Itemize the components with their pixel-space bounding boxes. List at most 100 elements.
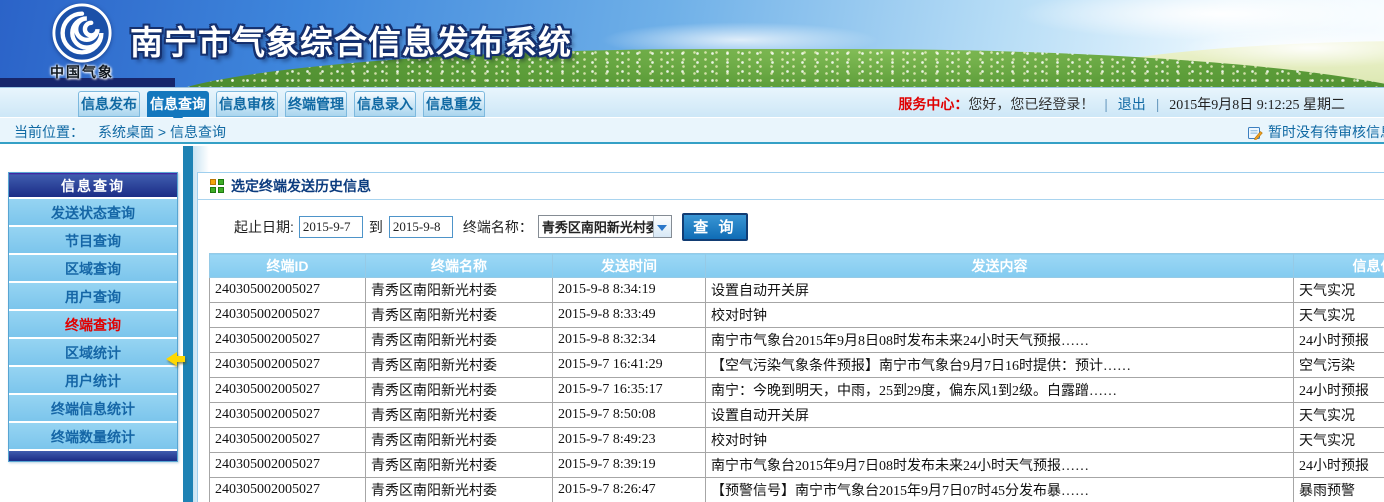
app-window: 中国气象 南宁市气象综合信息发布系统 信息发布信息查询信息审核终端管理信息录入信… xyxy=(0,0,1384,502)
table-cell: 240305002005027 xyxy=(210,303,366,328)
header-banner: 中国气象 南宁市气象综合信息发布系统 xyxy=(0,0,1384,88)
table-cell: 24小时预报 xyxy=(1294,328,1384,353)
to-label: 到 xyxy=(369,217,383,237)
logout-link[interactable]: 退出 xyxy=(1118,96,1146,112)
table-cell: 青秀区南阳新光村委 xyxy=(366,403,553,428)
date-from-input[interactable] xyxy=(299,216,363,238)
table-cell: 2015-9-7 8:50:08 xyxy=(553,403,706,428)
table-cell: 南宁市气象台2015年9月7日08时发布未来24小时天气预报…… xyxy=(706,453,1294,478)
table-row[interactable]: 240305002005027青秀区南阳新光村委2015-9-7 8:50:08… xyxy=(210,403,1384,428)
nav-tab[interactable]: 终端管理 xyxy=(285,91,347,117)
table-cell: 240305002005027 xyxy=(210,478,366,502)
greeting-text: 您好，您已经登录！ xyxy=(968,96,1094,112)
sidebar-item[interactable]: 区域查询 xyxy=(9,255,177,283)
query-button[interactable]: 查 询 xyxy=(682,213,748,241)
grid-icon xyxy=(210,179,224,193)
sidebar-item[interactable]: 终端数量统计 xyxy=(9,423,177,451)
table-cell: 青秀区南阳新光村委 xyxy=(366,453,553,478)
table-row[interactable]: 240305002005027青秀区南阳新光村委2015-9-7 16:35:1… xyxy=(210,378,1384,403)
table-cell: 校对时钟 xyxy=(706,428,1294,453)
main-nav: 信息发布信息查询信息审核终端管理信息录入信息重发 服务中心：您好，您已经登录！ … xyxy=(0,88,1384,118)
nav-tab[interactable]: 信息重发 xyxy=(423,91,485,117)
table-cell: 2015-9-7 16:41:29 xyxy=(553,353,706,378)
table-cell: 24小时预报 xyxy=(1294,378,1384,403)
table-row[interactable]: 240305002005027青秀区南阳新光村委2015-9-8 8:34:19… xyxy=(210,278,1384,303)
table-cell: 240305002005027 xyxy=(210,378,366,403)
history-table: 终端ID终端名称发送时间发送内容信息位 240305002005027青秀区南阳… xyxy=(209,253,1384,502)
table-cell: 240305002005027 xyxy=(210,428,366,453)
table-cell: 南宁市气象台2015年9月8日08时发布未来24小时天气预报…… xyxy=(706,328,1294,353)
table-cell: 2015-9-8 8:34:19 xyxy=(553,278,706,303)
table-cell: 240305002005027 xyxy=(210,353,366,378)
table-row[interactable]: 240305002005027青秀区南阳新光村委2015-9-7 8:49:23… xyxy=(210,428,1384,453)
column-header: 发送时间 xyxy=(553,254,706,278)
table-cell: 240305002005027 xyxy=(210,403,366,428)
table-cell: 24小时预报 xyxy=(1294,453,1384,478)
logo-caption: 中国气象 xyxy=(36,62,128,82)
user-bar: 服务中心：您好，您已经登录！ | 退出 | 2015年9月8日 9:12:25 … xyxy=(898,94,1345,114)
nav-tabs: 信息发布信息查询信息审核终端管理信息录入信息重发 xyxy=(78,91,485,117)
sidebar-item[interactable]: 终端信息统计 xyxy=(9,395,177,423)
sidebar-item[interactable]: 终端查询 xyxy=(9,311,177,339)
terminal-select[interactable]: 青秀区南阳新光村委 xyxy=(538,215,672,238)
table-cell: 240305002005027 xyxy=(210,453,366,478)
table-row[interactable]: 240305002005027青秀区南阳新光村委2015-9-8 8:33:49… xyxy=(210,303,1384,328)
table-row[interactable]: 240305002005027青秀区南阳新光村委2015-9-8 8:32:34… xyxy=(210,328,1384,353)
table-cell: 青秀区南阳新光村委 xyxy=(366,303,553,328)
sidebar-item[interactable]: 节目查询 xyxy=(9,227,177,255)
table-cell: 天气实况 xyxy=(1294,278,1384,303)
column-header: 终端ID xyxy=(210,254,366,278)
table-cell: 青秀区南阳新光村委 xyxy=(366,328,553,353)
table-body: 240305002005027青秀区南阳新光村委2015-9-8 8:34:19… xyxy=(210,278,1384,502)
nav-tab[interactable]: 信息审核 xyxy=(216,91,278,117)
breadcrumb-path[interactable]: 系统桌面 > 信息查询 xyxy=(98,124,226,140)
date-to-input[interactable] xyxy=(389,216,453,238)
filter-bar: 起止日期: 到 终端名称： 青秀区南阳新光村委 查 询 xyxy=(198,200,1384,253)
service-center-label: 服务中心： xyxy=(898,96,968,112)
table-cell: 2015-9-7 16:35:17 xyxy=(553,378,706,403)
sidebar-item[interactable]: 用户统计 xyxy=(9,367,177,395)
page-title: 南宁市气象综合信息发布系统 xyxy=(130,16,572,64)
table-cell: 青秀区南阳新光村委 xyxy=(366,353,553,378)
table-cell: 240305002005027 xyxy=(210,328,366,353)
sidebar-item[interactable]: 区域统计 xyxy=(9,339,177,367)
table-cell: 校对时钟 xyxy=(706,303,1294,328)
pending-review-text: 暂时没有待审核信息 xyxy=(1268,124,1384,140)
chevron-down-icon[interactable] xyxy=(653,216,671,237)
table-row[interactable]: 240305002005027青秀区南阳新光村委2015-9-7 16:41:2… xyxy=(210,353,1384,378)
terminal-name-label: 终端名称： xyxy=(463,217,533,237)
main-area: 信息查询 发送状态查询节目查询区域查询用户查询终端查询区域统计用户统计终端信息统… xyxy=(0,146,1384,502)
sidebar-divider xyxy=(183,146,193,502)
nav-tab[interactable]: 信息发布 xyxy=(78,91,140,117)
breadcrumb: 当前位置： 系统桌面 > 信息查询 xyxy=(14,122,226,142)
nav-tab[interactable]: 信息查询 xyxy=(147,91,209,117)
breadcrumb-label: 当前位置： xyxy=(14,124,84,140)
table-cell: 2015-9-8 8:32:34 xyxy=(553,328,706,353)
date-range-label: 起止日期: xyxy=(234,217,294,237)
sidebar-items: 发送状态查询节目查询区域查询用户查询终端查询区域统计用户统计终端信息统计终端数量… xyxy=(9,199,177,451)
nav-tab[interactable]: 信息录入 xyxy=(354,91,416,117)
content-panel: 选定终端发送历史信息 起止日期: 到 终端名称： 青秀区南阳新光村委 查 询 xyxy=(197,172,1384,502)
breadcrumb-bar: 当前位置： 系统桌面 > 信息查询 暂时没有待审核信息 xyxy=(0,118,1384,144)
table-cell: 空气污染 xyxy=(1294,353,1384,378)
table-cell: 青秀区南阳新光村委 xyxy=(366,478,553,502)
datetime-text: 2015年9月8日 9:12:25 星期二 xyxy=(1169,98,1345,113)
cma-spiral-icon xyxy=(51,2,113,64)
table-row[interactable]: 240305002005027青秀区南阳新光村委2015-9-7 8:39:19… xyxy=(210,453,1384,478)
table-cell: 天气实况 xyxy=(1294,303,1384,328)
table-cell: 【预警信号】南宁市气象台2015年9月7日07时45分发布暴…… xyxy=(706,478,1294,502)
table-row[interactable]: 240305002005027青秀区南阳新光村委2015-9-7 8:26:47… xyxy=(210,478,1384,502)
cma-logo: 中国气象 xyxy=(36,2,128,82)
panel-header: 选定终端发送历史信息 xyxy=(198,173,1384,200)
table-cell: 暴雨预警 xyxy=(1294,478,1384,502)
collapse-arrow-icon[interactable] xyxy=(166,352,186,366)
table-cell: 2015-9-8 8:33:49 xyxy=(553,303,706,328)
table-cell: 天气实况 xyxy=(1294,428,1384,453)
table-cell: 2015-9-7 8:49:23 xyxy=(553,428,706,453)
table-cell: 【空气污染气象条件预报】南宁市气象台9月7日16时提供：预计…… xyxy=(706,353,1294,378)
table-cell: 青秀区南阳新光村委 xyxy=(366,428,553,453)
sidebar-item[interactable]: 用户查询 xyxy=(9,283,177,311)
cloud-decoration xyxy=(1020,0,1384,40)
pending-review-note: 暂时没有待审核信息 xyxy=(1248,122,1384,143)
sidebar-item[interactable]: 发送状态查询 xyxy=(9,199,177,227)
